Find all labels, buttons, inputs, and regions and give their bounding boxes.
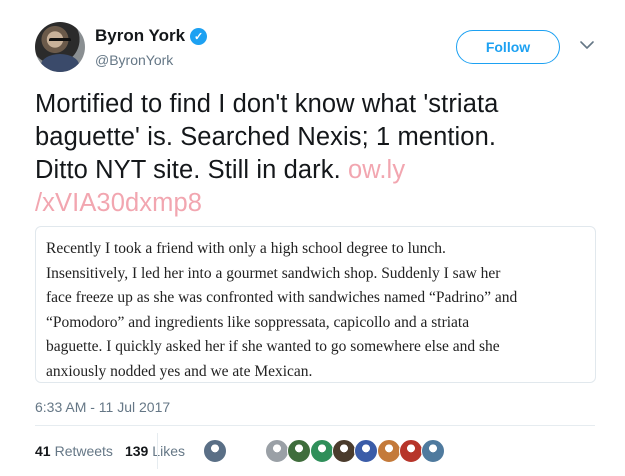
tweet-text-line-part: Ditto NYT site. Still in dark. — [35, 156, 348, 184]
tweet-header: Byron York ✓ @ByronYork Follow — [35, 22, 605, 74]
quoted-text-line: Recently I took a friend with only a hig… — [46, 240, 446, 257]
retweets-label[interactable]: Retweets — [55, 443, 113, 459]
avatar-glasses — [49, 38, 71, 43]
quoted-text-line: anxiously nodded yes and we ate Mexican. — [46, 362, 313, 380]
tweet-link-continued[interactable]: /xVIA30dxmp8 — [35, 189, 202, 217]
tweet-text-line: Ditto NYT site. Still in dark. ow.ly — [35, 154, 595, 187]
stats-separator — [157, 433, 158, 469]
likes-count[interactable]: 139 — [125, 443, 148, 459]
tweet-text-line: Mortified to find I don't know what 'str… — [35, 90, 499, 118]
quoted-text-line: baguette. I quickly asked her if she wan… — [46, 338, 500, 355]
avatar-shirt — [41, 54, 79, 72]
author-info[interactable]: Byron York ✓ @ByronYork — [95, 26, 208, 68]
author-handle[interactable]: @ByronYork — [95, 52, 207, 68]
tweet-link[interactable]: ow.ly — [348, 156, 405, 184]
follow-button[interactable]: Follow — [456, 30, 560, 64]
liker-avatar[interactable] — [310, 439, 334, 463]
tweet-text: Mortified to find I don't know what 'str… — [35, 88, 595, 220]
tweet-timestamp[interactable]: 6:33 AM - 11 Jul 2017 — [35, 399, 170, 415]
liker-avatar[interactable] — [287, 439, 311, 463]
quoted-text-line: “Pomodoro” and ingredients like soppress… — [46, 313, 470, 331]
liker-avatar[interactable] — [332, 439, 356, 463]
liker-avatar[interactable] — [421, 439, 445, 463]
liker-avatar[interactable] — [354, 439, 378, 463]
author-name-row: Byron York ✓ — [95, 26, 208, 46]
divider — [35, 425, 595, 426]
tweet-text-line: baguette' is. Searched Nexis; 1 mention. — [35, 123, 497, 151]
liker-avatar[interactable] — [265, 439, 289, 463]
quoted-text: Recently I took a friend with only a hig… — [46, 237, 585, 384]
chevron-down-icon[interactable] — [578, 36, 596, 54]
quoted-text-card: Recently I took a friend with only a hig… — [35, 226, 596, 383]
tweet-stats: 41 Retweets 139 Likes — [35, 439, 197, 463]
retweets-count[interactable]: 41 — [35, 443, 51, 459]
quoted-text-line: Insensitively, I led her into a gourmet … — [46, 264, 501, 282]
avatar[interactable] — [35, 22, 85, 72]
author-name[interactable]: Byron York — [95, 26, 185, 46]
verified-badge-icon: ✓ — [190, 27, 208, 45]
tweet-text-line: /xVIA30dxmp8 — [35, 187, 595, 220]
liker-avatar[interactable] — [377, 439, 401, 463]
quoted-text-line: face freeze up as she was confronted wit… — [46, 289, 518, 306]
liker-avatar[interactable] — [399, 439, 423, 463]
liker-avatar[interactable] — [203, 439, 227, 463]
